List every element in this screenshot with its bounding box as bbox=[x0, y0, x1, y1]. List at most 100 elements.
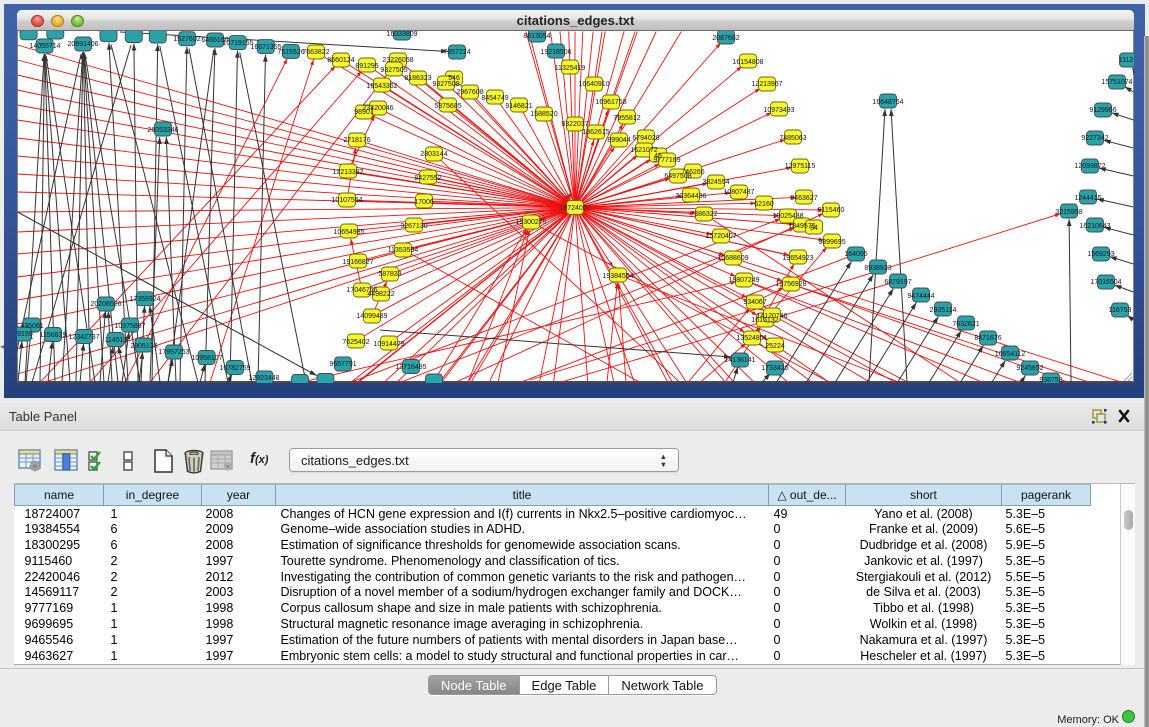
svg-text:15751074: 15751074 bbox=[1101, 79, 1132, 86]
svg-text:10973493: 10973493 bbox=[763, 107, 794, 114]
svg-text:6497508: 6497508 bbox=[664, 173, 691, 180]
svg-text:4498222: 4498222 bbox=[367, 291, 394, 298]
svg-text:9115460: 9115460 bbox=[818, 207, 845, 214]
svg-text:9777169: 9777169 bbox=[653, 157, 680, 164]
svg-text:18807249: 18807249 bbox=[728, 277, 759, 284]
svg-text:39159: 39159 bbox=[17, 331, 33, 338]
svg-text:10654112: 10654112 bbox=[995, 351, 1026, 358]
svg-text:7663822: 7663822 bbox=[302, 49, 329, 56]
svg-text:16782759: 16782759 bbox=[219, 365, 250, 372]
svg-text:2905135: 2905135 bbox=[130, 343, 157, 350]
svg-text:7515526: 7515526 bbox=[277, 49, 304, 56]
svg-text:19166827: 19166827 bbox=[342, 259, 373, 266]
svg-text:7625402: 7625402 bbox=[342, 339, 369, 346]
svg-text:164095: 164095 bbox=[844, 251, 867, 258]
svg-text:12975115: 12975115 bbox=[785, 163, 816, 170]
svg-text:9146821: 9146821 bbox=[505, 103, 532, 110]
svg-text:98901: 98901 bbox=[354, 109, 374, 116]
svg-text:9327508: 9327508 bbox=[432, 81, 459, 88]
svg-text:9657791: 9657791 bbox=[329, 361, 356, 368]
svg-text:2803144: 2803144 bbox=[420, 151, 447, 158]
svg-text:23226058: 23226058 bbox=[382, 57, 413, 64]
svg-text:16154808: 16154808 bbox=[732, 59, 763, 66]
svg-text:15300275: 15300275 bbox=[515, 219, 546, 226]
svg-text:1569293: 1569293 bbox=[1087, 251, 1114, 258]
svg-text:1156829: 1156829 bbox=[40, 332, 67, 339]
svg-text:11325419: 11325419 bbox=[555, 65, 586, 72]
svg-text:25224: 25224 bbox=[765, 343, 785, 350]
svg-text:10688609: 10688609 bbox=[717, 255, 748, 262]
svg-text:2935114: 2935114 bbox=[930, 307, 957, 314]
svg-text:12923448: 12923448 bbox=[248, 375, 279, 382]
svg-text:9227342: 9227342 bbox=[1081, 135, 1108, 142]
svg-text:114519: 114519 bbox=[105, 337, 128, 344]
svg-text:8660124: 8660124 bbox=[327, 57, 354, 64]
svg-text:10807487: 10807487 bbox=[723, 189, 754, 196]
svg-text:17957253: 17957253 bbox=[158, 349, 189, 356]
svg-text:2087682: 2087682 bbox=[712, 35, 739, 42]
svg-text:5875685: 5875685 bbox=[434, 103, 461, 110]
svg-text:9899695: 9899695 bbox=[818, 239, 845, 246]
svg-text:14136141: 14136141 bbox=[724, 357, 755, 364]
svg-text:9129966: 9129966 bbox=[1089, 107, 1116, 114]
svg-text:12093872: 12093872 bbox=[1074, 163, 1105, 170]
svg-text:10719155: 10719155 bbox=[222, 40, 253, 47]
svg-text:934067: 934067 bbox=[743, 299, 766, 306]
svg-text:7632621: 7632621 bbox=[952, 321, 979, 328]
svg-text:938753: 938753 bbox=[1039, 377, 1062, 383]
svg-text:18724007: 18724007 bbox=[559, 205, 590, 212]
svg-text:16210643: 16210643 bbox=[1079, 223, 1110, 230]
svg-text:899044: 899044 bbox=[607, 137, 630, 144]
svg-text:7357224: 7357224 bbox=[443, 49, 470, 56]
svg-text:9245652: 9245652 bbox=[1016, 365, 1043, 372]
svg-text:8813054: 8813054 bbox=[523, 33, 550, 40]
svg-text:9463627: 9463627 bbox=[790, 195, 817, 202]
svg-text:2718176: 2718176 bbox=[343, 137, 370, 144]
svg-text:1733426: 1733426 bbox=[761, 365, 788, 372]
svg-text:20691406: 20691406 bbox=[67, 41, 98, 48]
svg-text:16961758: 16961758 bbox=[595, 99, 626, 106]
svg-text:17006: 17006 bbox=[414, 199, 434, 206]
svg-text:10025438: 10025438 bbox=[772, 213, 803, 220]
svg-text:2967608: 2967608 bbox=[456, 89, 483, 96]
svg-text:10107554: 10107554 bbox=[331, 197, 362, 204]
svg-text:16640910: 16640910 bbox=[578, 81, 609, 88]
svg-text:12213382: 12213382 bbox=[332, 169, 363, 176]
svg-text:891295: 891295 bbox=[355, 63, 378, 70]
svg-text:19654923: 19654923 bbox=[782, 255, 813, 262]
svg-text:11121: 11121 bbox=[1119, 57, 1134, 64]
svg-text:10914479: 10914479 bbox=[373, 341, 404, 348]
svg-text:3215958: 3215958 bbox=[1055, 209, 1082, 216]
svg-text:587833: 587833 bbox=[378, 271, 401, 278]
svg-text:16033809: 16033809 bbox=[386, 31, 417, 38]
svg-text:84: 84 bbox=[810, 225, 818, 232]
svg-text:26053346: 26053346 bbox=[147, 127, 178, 134]
svg-text:8454749: 8454749 bbox=[481, 95, 508, 102]
svg-text:17016504: 17016504 bbox=[1090, 279, 1121, 286]
svg-text:8471676: 8471676 bbox=[974, 335, 1001, 342]
svg-text:20364436: 20364436 bbox=[675, 193, 706, 200]
svg-text:8938923: 8938923 bbox=[864, 265, 891, 272]
svg-text:6879197: 6879197 bbox=[884, 279, 911, 286]
svg-text:6794028: 6794028 bbox=[632, 135, 659, 142]
svg-text:7955812: 7955812 bbox=[613, 115, 640, 122]
svg-text:15720407: 15720407 bbox=[705, 233, 736, 240]
svg-text:20206526: 20206526 bbox=[90, 301, 121, 308]
svg-text:11353594: 11353594 bbox=[388, 247, 419, 254]
svg-text:1362615: 1362615 bbox=[582, 129, 609, 136]
svg-text:1527602: 1527602 bbox=[173, 36, 200, 43]
svg-text:1244415: 1244415 bbox=[1074, 195, 1101, 202]
svg-text:7386322: 7386322 bbox=[690, 211, 717, 218]
svg-text:17359924: 17359924 bbox=[129, 296, 160, 303]
svg-text:435061: 435061 bbox=[20, 323, 43, 330]
svg-text:10654985: 10654985 bbox=[333, 229, 364, 236]
svg-text:19218506: 19218506 bbox=[540, 49, 571, 56]
svg-text:3824554: 3824554 bbox=[702, 179, 729, 186]
svg-text:13716485: 13716485 bbox=[395, 364, 426, 371]
svg-text:3267130: 3267130 bbox=[400, 223, 427, 230]
svg-text:16648764: 16648764 bbox=[872, 99, 903, 106]
svg-text:14120746: 14120746 bbox=[756, 313, 787, 320]
svg-text:8186323: 8186323 bbox=[404, 75, 431, 82]
svg-text:19756928: 19756928 bbox=[775, 281, 806, 288]
svg-text:12213967: 12213967 bbox=[751, 81, 782, 88]
